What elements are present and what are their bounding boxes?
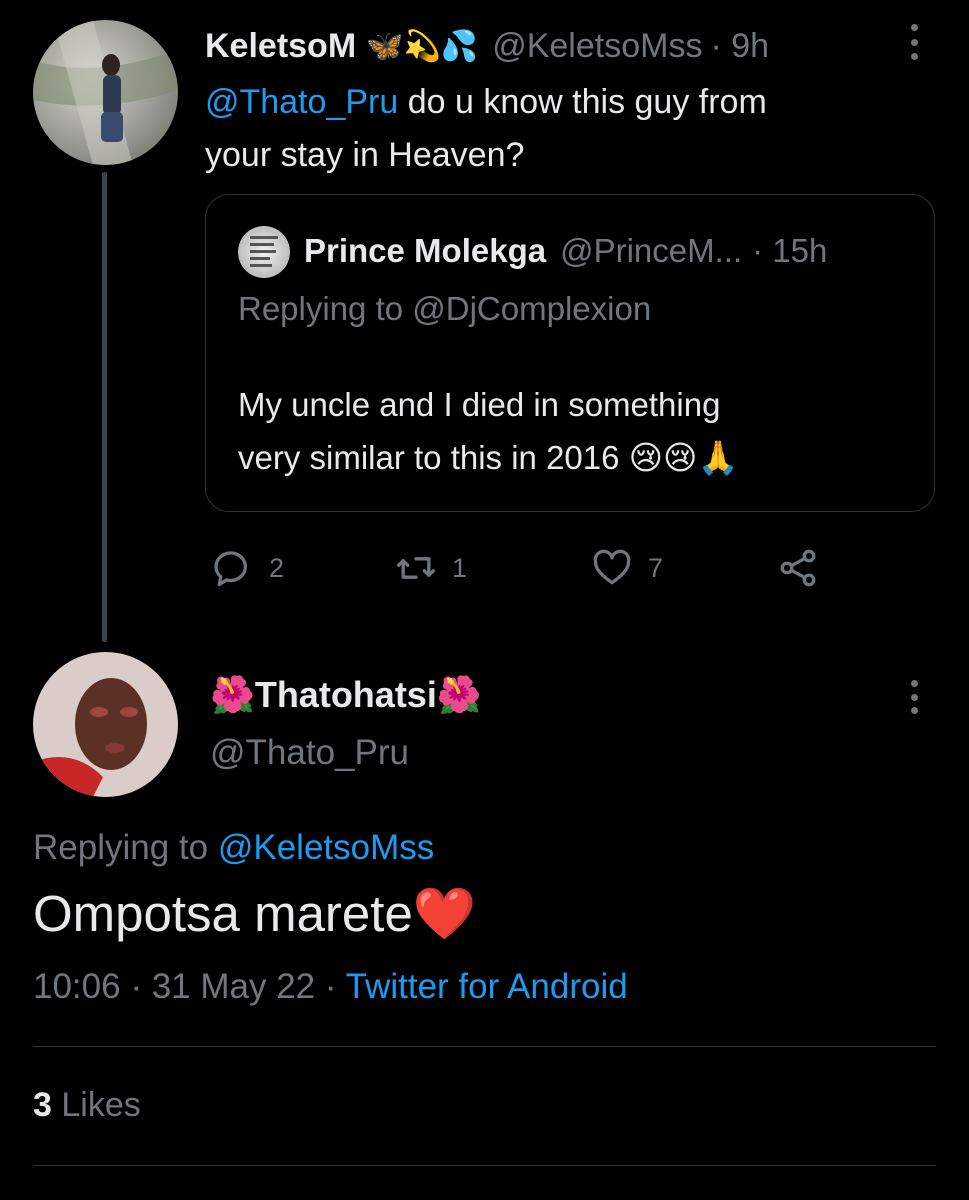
main-replying-prefix: Replying to bbox=[33, 828, 218, 867]
avatar-thatohatsi[interactable] bbox=[33, 652, 178, 797]
main-display-name-text: Thatohatsi bbox=[254, 674, 437, 715]
retweet-count: 1 bbox=[452, 552, 468, 583]
tweet-header: KeletsoM 🦋💫💦 @KeletsoMss · 9h bbox=[205, 24, 769, 68]
display-name[interactable]: KeletsoM bbox=[205, 27, 356, 66]
reply-count: 2 bbox=[269, 552, 285, 583]
retweet-icon bbox=[396, 557, 436, 579]
main-tweet-text-content: Ompotsa marete bbox=[33, 885, 413, 942]
divider bbox=[33, 1046, 936, 1047]
main-display-name[interactable]: 🌺 Thatohatsi 🌺 bbox=[210, 674, 482, 716]
user-handle[interactable]: @KeletsoMss bbox=[492, 27, 702, 66]
quoted-text-emojis: 😢😢🙏 bbox=[628, 439, 739, 476]
share-icon bbox=[780, 549, 816, 587]
tweet-time: 10:06 bbox=[33, 967, 121, 1006]
tweet-text-line-2: your stay in Heaven? bbox=[205, 136, 525, 174]
quoted-time: · 15h bbox=[752, 232, 828, 269]
tweet-text: @Thato_Pru do u know this guy from your … bbox=[205, 76, 905, 182]
name-emojis: 🦋💫💦 bbox=[366, 29, 479, 63]
quoted-replying-prefix: Replying to bbox=[238, 290, 413, 327]
quoted-text-line-2: very similar to this in 2016 bbox=[238, 439, 629, 476]
main-user-handle[interactable]: @Thato_Pru bbox=[210, 733, 409, 773]
retweet-button[interactable]: 1 bbox=[394, 546, 467, 590]
tweet-time[interactable]: · 9h bbox=[710, 27, 769, 66]
like-icon bbox=[593, 549, 631, 585]
meta-separator-1: · bbox=[120, 967, 152, 1006]
quoted-text: My uncle and I died in something very si… bbox=[238, 378, 898, 484]
more-vertical-icon[interactable] bbox=[905, 680, 923, 714]
quoted-display-name[interactable]: Prince Molekga bbox=[304, 232, 546, 270]
avatar-keletsom[interactable] bbox=[33, 20, 178, 165]
tweet-text-line-1: do u know this guy from bbox=[398, 83, 767, 121]
quoted-replying-handle: @DjComplexion bbox=[412, 290, 652, 327]
quoted-replying-to: Replying to @DjComplexion bbox=[238, 290, 651, 328]
meta-separator-2: · bbox=[315, 967, 346, 1006]
tweet-source[interactable]: Twitter for Android bbox=[346, 967, 628, 1006]
main-replying-handle[interactable]: @KeletsoMss bbox=[218, 828, 434, 867]
tweet-date: 31 May 22 bbox=[151, 967, 316, 1006]
name-flower-emoji-right: 🌺 bbox=[436, 674, 482, 715]
reply-icon bbox=[214, 551, 247, 587]
thread-line bbox=[102, 172, 107, 642]
share-button[interactable] bbox=[776, 546, 820, 590]
mention-link[interactable]: @Thato_Pru bbox=[205, 83, 398, 121]
main-tweet-text: Ompotsa marete❤️ bbox=[33, 884, 476, 944]
like-button[interactable]: 7 bbox=[590, 546, 663, 590]
quoted-handle[interactable]: @PrinceM... bbox=[560, 232, 742, 270]
main-replying-to: Replying to @KeletsoMss bbox=[33, 828, 434, 868]
quoted-header: Prince Molekga @PrinceM... · 15h bbox=[304, 228, 827, 274]
heart-emoji: ❤️ bbox=[412, 885, 477, 942]
divider bbox=[33, 1165, 936, 1166]
more-vertical-icon[interactable] bbox=[905, 24, 923, 60]
likes-summary[interactable]: 3 Likes bbox=[33, 1086, 141, 1125]
tweet-meta: 10:06 · 31 May 22 · Twitter for Android bbox=[33, 967, 628, 1007]
likes-label: Likes bbox=[51, 1086, 141, 1124]
quoted-text-line-1: My uncle and I died in something bbox=[238, 386, 721, 423]
reply-button[interactable]: 2 bbox=[211, 546, 284, 590]
like-count: 7 bbox=[648, 552, 664, 583]
likes-count: 3 bbox=[33, 1086, 52, 1124]
name-flower-emoji-left: 🌺 bbox=[210, 674, 255, 715]
quoted-avatar[interactable] bbox=[238, 226, 290, 278]
